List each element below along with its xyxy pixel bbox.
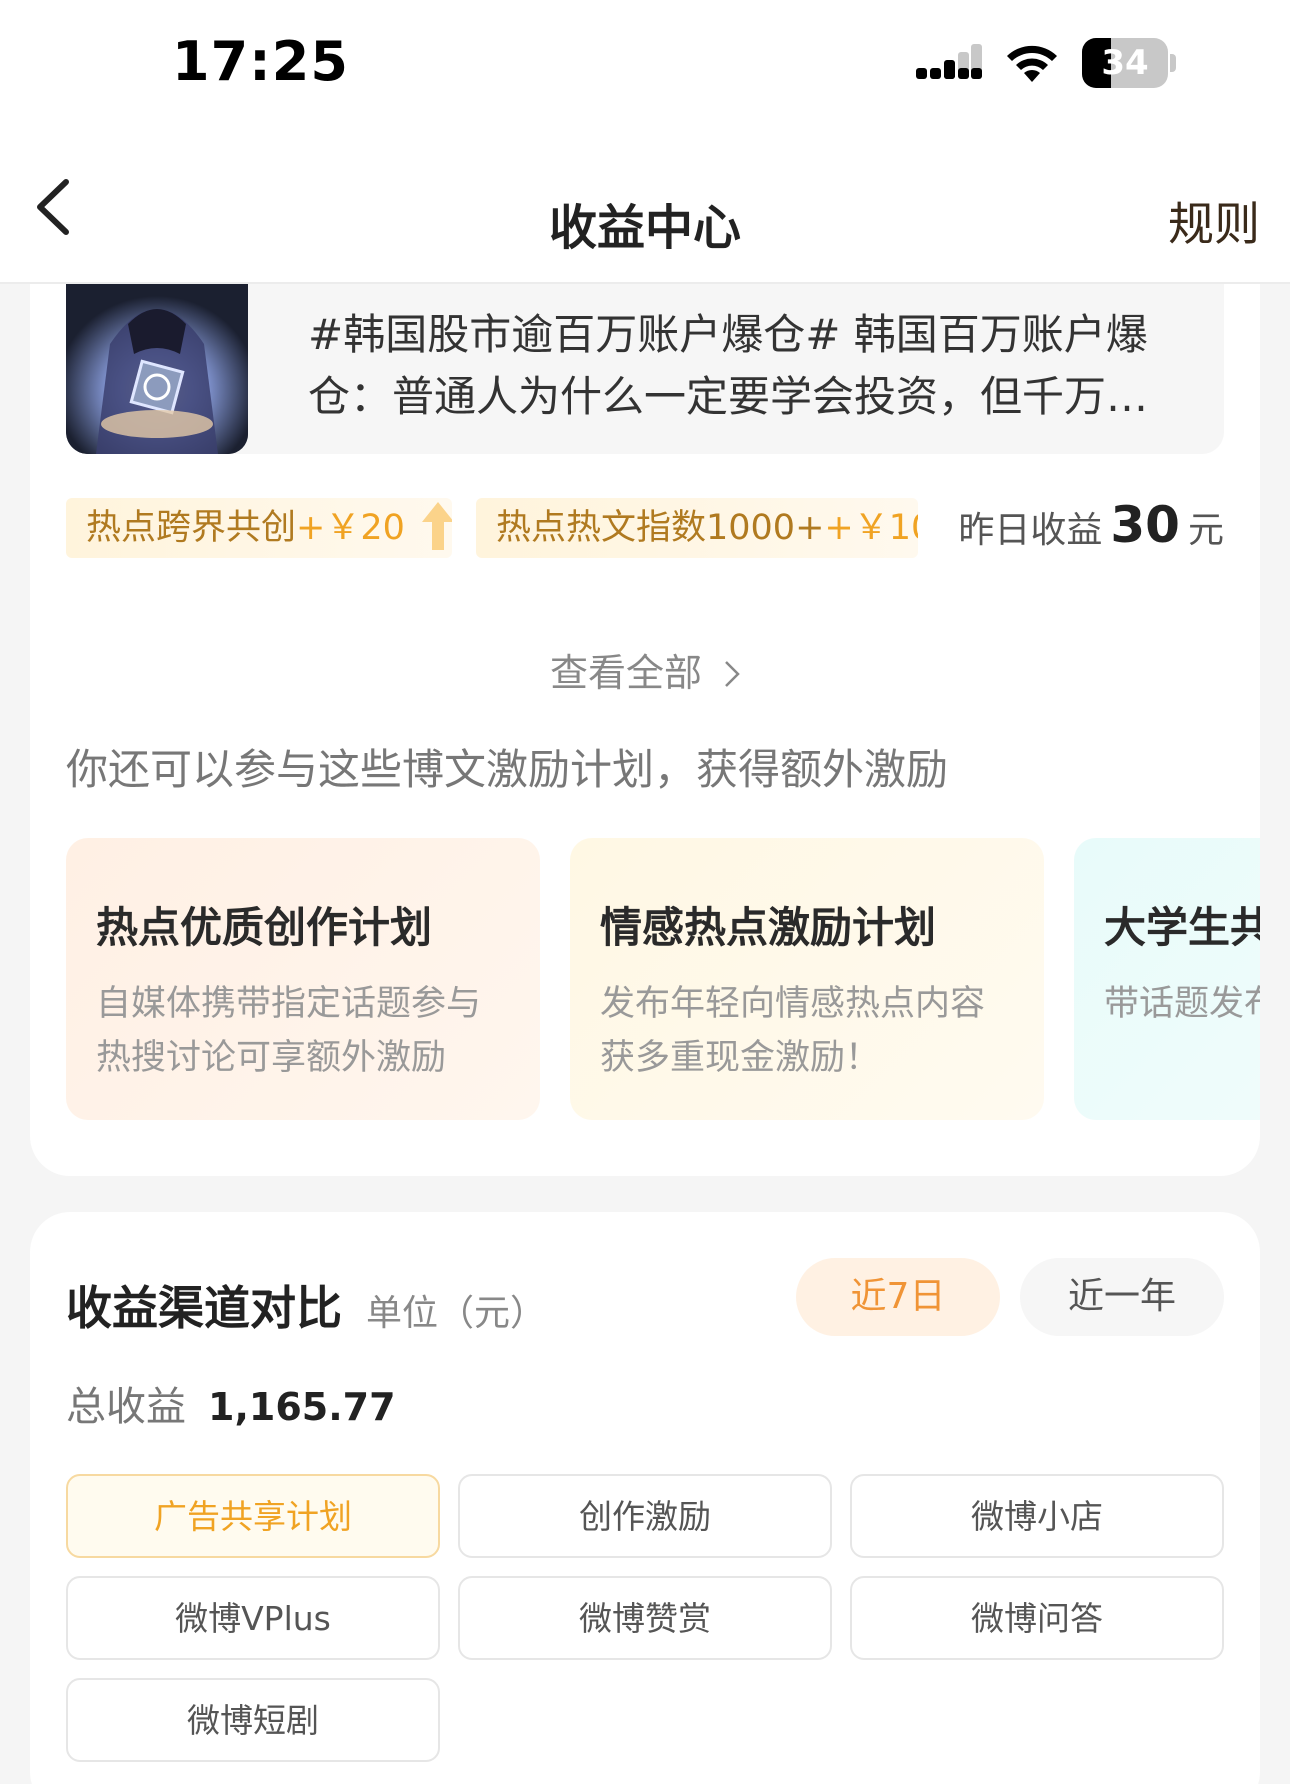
plan-card[interactable]: 热点优质创作计划 自媒体携带指定话题参与热搜讨论可享额外激励: [66, 838, 540, 1120]
article-item[interactable]: #韩国股市逾百万账户爆仓# 韩国百万账户爆仓：普通人为什么一定要学会投资，但千万…: [66, 284, 1224, 454]
rules-link[interactable]: 规则: [1168, 188, 1260, 254]
status-bar: 17:25 34: [0, 0, 1290, 130]
section-title: 收益渠道对比: [66, 1281, 342, 1335]
reward-tag-amount: +￥10: [824, 508, 918, 548]
battery-level: 34: [1101, 43, 1149, 83]
yesterday-value: 30: [1110, 496, 1180, 554]
channel-compare-card: 收益渠道对比 单位（元） 近7日 近一年 总收益 1,165.77 广告共享计划 …: [30, 1212, 1260, 1784]
yesterday-label: 昨日收益: [958, 510, 1103, 551]
chevron-right-icon: [725, 661, 740, 687]
yesterday-earnings: 昨日收益 30 元: [958, 496, 1224, 554]
channel-reward-button[interactable]: 微博赞赏: [458, 1576, 832, 1660]
plan-title: 热点优质创作计划: [96, 903, 433, 952]
plan-desc: 自媒体携带指定话题参与热搜讨论可享额外激励: [96, 984, 482, 1078]
reward-tag: 热点跨界共创+￥20: [66, 498, 452, 558]
view-all-link[interactable]: 查看全部: [30, 642, 1260, 697]
reward-tag: 热点热文指数1000++￥10: [476, 498, 918, 558]
arrow-up-icon: [422, 502, 452, 550]
nav-bar: 收益中心 规则: [0, 130, 1290, 284]
total-earnings: 总收益 1,165.77: [66, 1374, 396, 1432]
plan-title: 情感热点激励计划: [600, 903, 937, 952]
wifi-icon: [1007, 45, 1057, 82]
plan-desc: 发布年轻向情感热点内容获多重现金激励！: [600, 984, 986, 1078]
channel-creation-incentive-button[interactable]: 创作激励: [458, 1474, 832, 1558]
channel-ad-share-button[interactable]: 广告共享计划: [66, 1474, 440, 1558]
article-thumbnail: [66, 284, 248, 454]
reward-tag-label: 热点热文指数1000+: [496, 508, 825, 548]
reward-tag-amount: +￥20: [296, 508, 405, 548]
plan-card[interactable]: 大学生共 带话题发布内容，赢现金: [1074, 838, 1260, 1120]
article-title: #韩国股市逾百万账户爆仓# 韩国百万账户爆仓：普通人为什么一定要学会投资，但千万…: [308, 310, 1149, 421]
incentive-plans-carousel[interactable]: 热点优质创作计划 自媒体携带指定话题参与热搜讨论可享额外激励 情感热点激励计划 …: [66, 838, 1260, 1122]
unit-label: 单位（元）: [366, 1293, 547, 1334]
range-1y-button[interactable]: 近一年: [1020, 1258, 1224, 1336]
total-label: 总收益: [66, 1384, 186, 1430]
channel-short-drama-button[interactable]: 微博短剧: [66, 1678, 440, 1762]
yesterday-unit: 元: [1187, 510, 1224, 551]
channel-weibo-shop-button[interactable]: 微博小店: [850, 1474, 1224, 1558]
plan-title: 大学生共: [1104, 903, 1260, 952]
channel-qa-button[interactable]: 微博问答: [850, 1576, 1224, 1660]
range-7d-button[interactable]: 近7日: [796, 1258, 1000, 1336]
total-value: 1,165.77: [208, 1385, 396, 1429]
status-time: 17:25: [172, 30, 349, 93]
hot-article-card: #韩国股市逾百万账户爆仓# 韩国百万账户爆仓：普通人为什么一定要学会投资，但千万…: [30, 284, 1260, 1176]
reward-tag-label: 热点跨界共创: [86, 508, 297, 548]
signal-icon: [916, 44, 982, 79]
battery-icon: 34: [1082, 38, 1178, 88]
page-title: 收益中心: [548, 200, 741, 256]
plan-desc: 带话题发布内容，赢现金: [1104, 984, 1260, 1024]
channel-vplus-button[interactable]: 微博VPlus: [66, 1576, 440, 1660]
incentive-prompt: 你还可以参与这些博文激励计划，获得额外激励: [66, 745, 949, 794]
view-all-label: 查看全部: [549, 651, 702, 695]
plan-card[interactable]: 情感热点激励计划 发布年轻向情感热点内容获多重现金激励！: [570, 838, 1044, 1120]
